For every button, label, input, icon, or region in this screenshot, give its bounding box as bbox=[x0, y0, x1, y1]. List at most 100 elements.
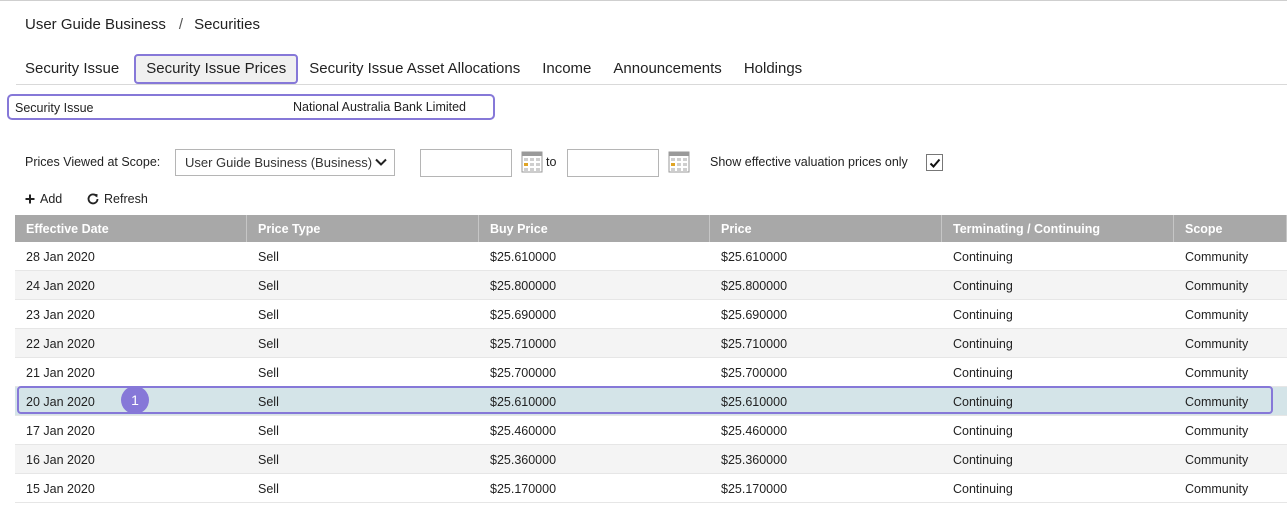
cell-scope: Community bbox=[1185, 308, 1249, 322]
security-issue-value: National Australia Bank Limited bbox=[293, 100, 467, 114]
breadcrumb-current: Securities bbox=[194, 16, 260, 33]
cell-effective-date: 21 Jan 2020 bbox=[26, 366, 95, 380]
cell-terminating-continuing: Continuing bbox=[953, 250, 1013, 264]
cell-price-type: Sell bbox=[258, 279, 279, 293]
cell-terminating-continuing: Continuing bbox=[953, 482, 1013, 496]
cell-effective-date: 16 Jan 2020 bbox=[26, 453, 95, 467]
column-header-scope[interactable]: Scope bbox=[1174, 215, 1287, 242]
check-icon bbox=[929, 158, 941, 168]
cell-price-type: Sell bbox=[258, 453, 279, 467]
cell-price-type: Sell bbox=[258, 337, 279, 351]
table-row[interactable]: 22 Jan 2020 Sell $25.710000 $25.710000 C… bbox=[15, 329, 1287, 358]
scope-label: Prices Viewed at Scope: bbox=[25, 155, 161, 169]
cell-buy-price: $25.610000 bbox=[490, 250, 557, 264]
add-button[interactable]: Add bbox=[25, 192, 62, 206]
cell-buy-price: $25.710000 bbox=[490, 337, 557, 351]
cell-terminating-continuing: Continuing bbox=[953, 424, 1013, 438]
cell-effective-date: 28 Jan 2020 bbox=[26, 250, 95, 264]
cell-price-type: Sell bbox=[258, 424, 279, 438]
table-header: Effective Date Price Type Buy Price Pric… bbox=[15, 215, 1287, 242]
cell-scope: Community bbox=[1185, 279, 1249, 293]
column-header-effective-date[interactable]: Effective Date bbox=[15, 215, 247, 242]
refresh-button-label: Refresh bbox=[104, 192, 148, 206]
column-header-terminating-continuing[interactable]: Terminating / Continuing bbox=[942, 215, 1174, 242]
tab-security-issue-asset-allocations[interactable]: Security Issue Asset Allocations bbox=[300, 54, 529, 84]
top-divider bbox=[0, 0, 1287, 1]
table-row[interactable]: 17 Jan 2020 Sell $25.460000 $25.460000 C… bbox=[15, 416, 1287, 445]
cell-effective-date: 23 Jan 2020 bbox=[26, 308, 95, 322]
chevron-down-icon bbox=[375, 158, 387, 166]
cell-buy-price: $25.460000 bbox=[490, 424, 557, 438]
table-row[interactable]: 24 Jan 2020 Sell $25.800000 $25.800000 C… bbox=[15, 271, 1287, 300]
breadcrumb: User Guide Business / Securities bbox=[25, 16, 260, 33]
add-button-label: Add bbox=[40, 192, 63, 206]
scope-select-value: User Guide Business (Business) bbox=[185, 155, 373, 170]
cell-buy-price: $25.610000 bbox=[490, 395, 557, 409]
cell-scope: Community bbox=[1185, 424, 1249, 438]
cell-effective-date: 22 Jan 2020 bbox=[26, 337, 95, 351]
cell-terminating-continuing: Continuing bbox=[953, 366, 1013, 380]
cell-terminating-continuing: Continuing bbox=[953, 453, 1013, 467]
calendar-icon[interactable] bbox=[668, 151, 690, 173]
cell-price: $25.610000 bbox=[721, 395, 788, 409]
cell-terminating-continuing: Continuing bbox=[953, 279, 1013, 293]
cell-buy-price: $25.170000 bbox=[490, 482, 557, 496]
cell-price-type: Sell bbox=[258, 250, 279, 264]
cell-price: $25.710000 bbox=[721, 337, 788, 351]
cell-price: $25.700000 bbox=[721, 366, 788, 380]
table-row[interactable]: 16 Jan 2020 Sell $25.360000 $25.360000 C… bbox=[15, 445, 1287, 474]
column-header-price[interactable]: Price bbox=[710, 215, 942, 242]
refresh-button[interactable]: Refresh bbox=[87, 192, 148, 206]
cell-terminating-continuing: Continuing bbox=[953, 308, 1013, 322]
tab-security-issue-prices[interactable]: Security Issue Prices bbox=[134, 54, 299, 84]
tab-income[interactable]: Income bbox=[533, 54, 600, 84]
cell-price: $25.460000 bbox=[721, 424, 788, 438]
security-issue-field: Security Issue National Australia Bank L… bbox=[7, 94, 495, 120]
table-body: 28 Jan 2020 Sell $25.610000 $25.610000 C… bbox=[15, 242, 1287, 503]
cell-price: $25.690000 bbox=[721, 308, 788, 322]
cell-effective-date: 15 Jan 2020 bbox=[26, 482, 95, 496]
cell-buy-price: $25.690000 bbox=[490, 308, 557, 322]
tab-bar: Security Issue Security Issue Prices Sec… bbox=[16, 54, 815, 84]
cell-effective-date: 24 Jan 2020 bbox=[26, 279, 95, 293]
breadcrumb-parent[interactable]: User Guide Business bbox=[25, 16, 166, 33]
refresh-icon bbox=[87, 193, 99, 205]
cell-scope: Community bbox=[1185, 337, 1249, 351]
table-row[interactable]: 23 Jan 2020 Sell $25.690000 $25.690000 C… bbox=[15, 300, 1287, 329]
cell-scope: Community bbox=[1185, 395, 1249, 409]
cell-price: $25.360000 bbox=[721, 453, 788, 467]
cell-buy-price: $25.700000 bbox=[490, 366, 557, 380]
calendar-icon[interactable] bbox=[521, 151, 543, 173]
effective-only-checkbox[interactable] bbox=[926, 154, 943, 171]
plus-icon bbox=[25, 194, 35, 204]
cell-terminating-continuing: Continuing bbox=[953, 395, 1013, 409]
tab-security-issue[interactable]: Security Issue bbox=[16, 54, 128, 84]
cell-scope: Community bbox=[1185, 366, 1249, 380]
column-header-buy-price[interactable]: Buy Price bbox=[479, 215, 710, 242]
cell-price: $25.800000 bbox=[721, 279, 788, 293]
column-header-price-type[interactable]: Price Type bbox=[247, 215, 479, 242]
cell-scope: Community bbox=[1185, 453, 1249, 467]
tabs-divider bbox=[16, 84, 1287, 85]
scope-select[interactable]: User Guide Business (Business) bbox=[175, 149, 395, 176]
from-date-input[interactable] bbox=[420, 149, 512, 177]
cell-price-type: Sell bbox=[258, 482, 279, 496]
table-row[interactable]: 28 Jan 2020 Sell $25.610000 $25.610000 C… bbox=[15, 242, 1287, 271]
prices-table: Effective Date Price Type Buy Price Pric… bbox=[15, 215, 1287, 503]
table-row[interactable]: 21 Jan 2020 Sell $25.700000 $25.700000 C… bbox=[15, 358, 1287, 387]
cell-scope: Community bbox=[1185, 482, 1249, 496]
cell-price: $25.610000 bbox=[721, 250, 788, 264]
step-badge: 1 bbox=[121, 386, 149, 414]
cell-price-type: Sell bbox=[258, 308, 279, 322]
to-date-input[interactable] bbox=[567, 149, 659, 177]
effective-only-label: Show effective valuation prices only bbox=[710, 155, 908, 169]
tab-holdings[interactable]: Holdings bbox=[735, 54, 811, 84]
cell-price-type: Sell bbox=[258, 395, 279, 409]
to-label: to bbox=[546, 155, 557, 169]
cell-scope: Community bbox=[1185, 250, 1249, 264]
cell-buy-price: $25.360000 bbox=[490, 453, 557, 467]
table-row[interactable]: 15 Jan 2020 Sell $25.170000 $25.170000 C… bbox=[15, 474, 1287, 503]
cell-effective-date: 17 Jan 2020 bbox=[26, 424, 95, 438]
table-row-selected[interactable]: 20 Jan 2020 Sell $25.610000 $25.610000 C… bbox=[15, 387, 1287, 416]
tab-announcements[interactable]: Announcements bbox=[604, 54, 730, 84]
